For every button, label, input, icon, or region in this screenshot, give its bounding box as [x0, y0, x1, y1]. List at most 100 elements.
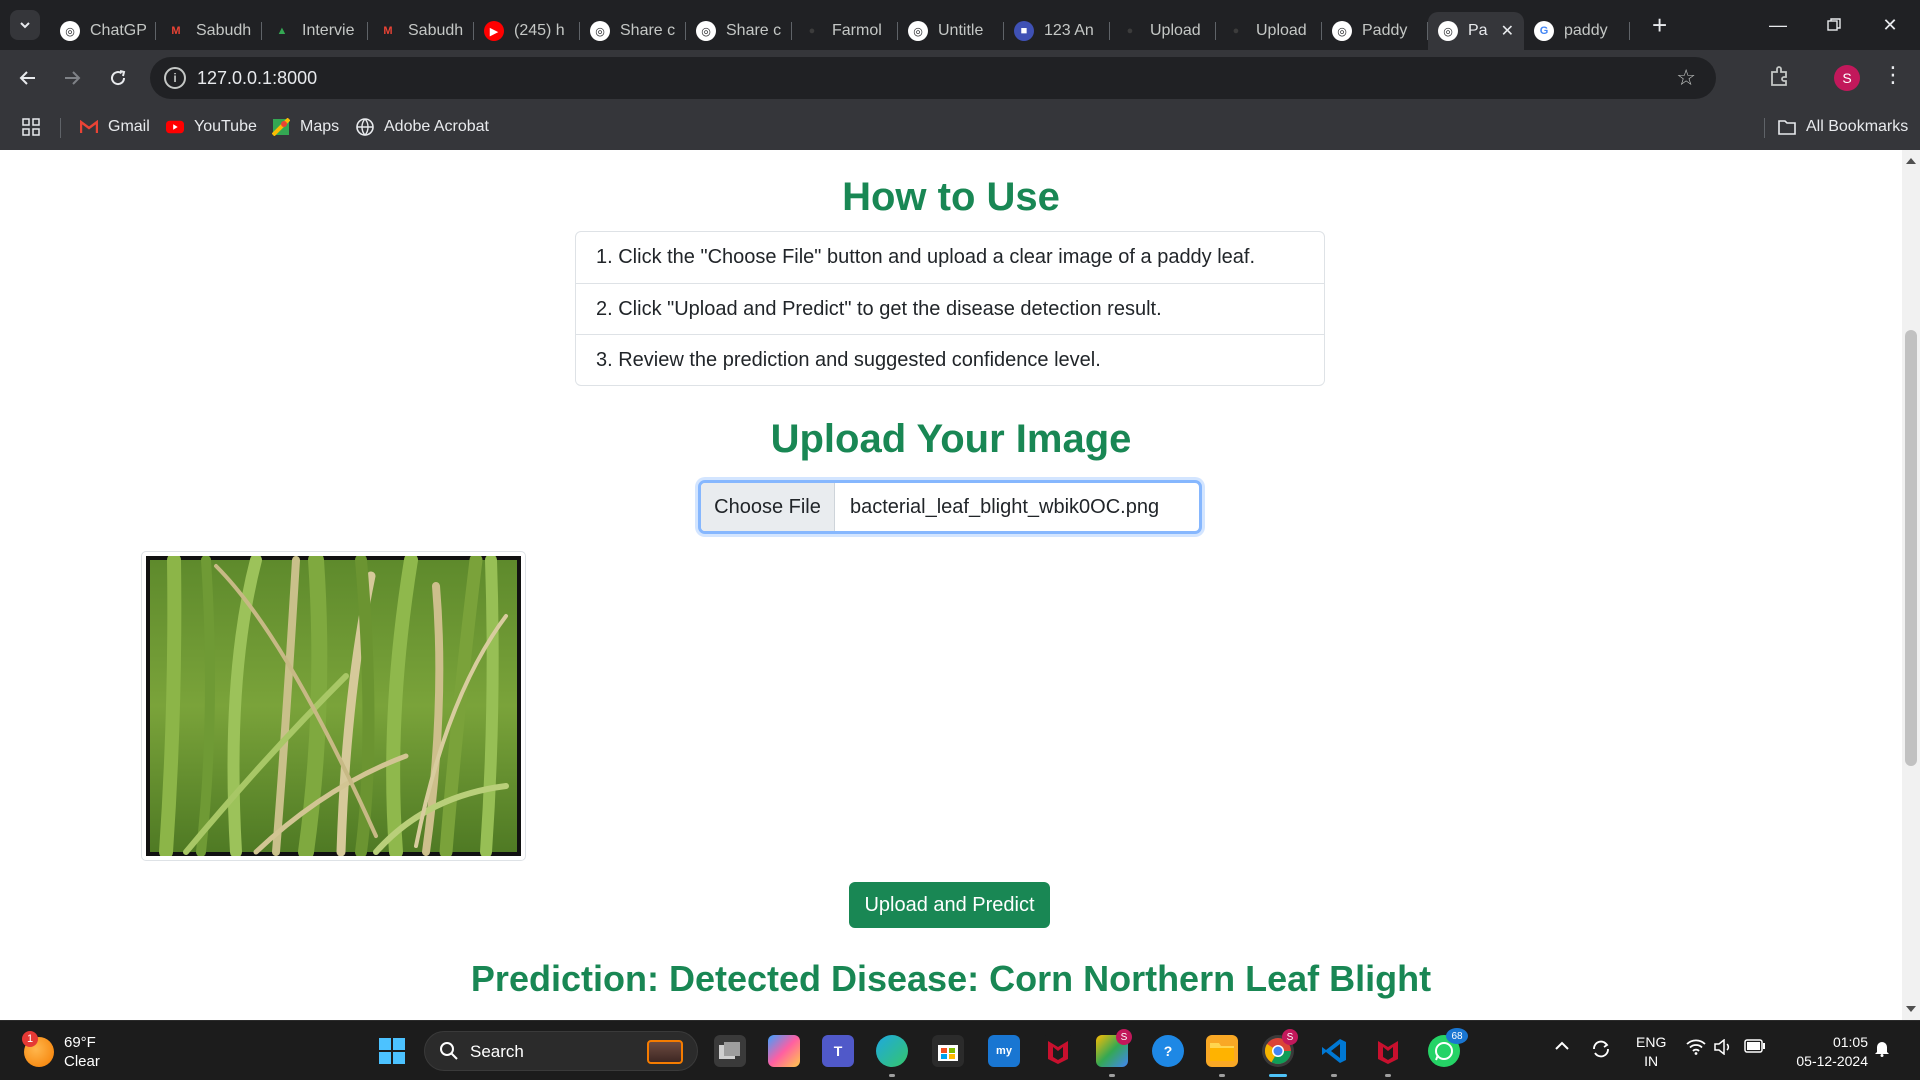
scroll-down-arrow-icon[interactable] [1906, 1006, 1916, 1012]
profile-avatar[interactable]: S [1834, 65, 1860, 91]
file-explorer-icon[interactable] [1206, 1035, 1238, 1067]
chrome-badge: S [1282, 1029, 1298, 1045]
tab-active[interactable]: ◎ Pa ✕ [1428, 12, 1524, 50]
wifi-icon[interactable] [1686, 1039, 1706, 1060]
search-label: Search [470, 1042, 524, 1061]
tab[interactable]: M Sabudh [156, 12, 262, 50]
whatsapp-badge: 68 [1446, 1028, 1468, 1044]
tab[interactable]: ■ 123 An [1004, 12, 1110, 50]
task-view-icon[interactable] [714, 1035, 746, 1067]
bookmark-label: Gmail [108, 118, 150, 135]
tab[interactable]: ● Upload [1110, 12, 1216, 50]
mcafee-icon[interactable] [1042, 1035, 1074, 1067]
forward-button[interactable] [56, 62, 88, 94]
tab-title: Upload [1256, 22, 1307, 39]
tab-title: 123 An [1044, 22, 1094, 39]
forward-arrow-icon [65, 71, 81, 85]
chatgpt-icon: ◎ [590, 21, 610, 41]
bookmark-youtube[interactable]: YouTube [166, 118, 257, 136]
bookmark-star-icon[interactable]: ☆ [1676, 65, 1696, 91]
list-item: 1. Click the "Choose File" button and up… [596, 246, 1256, 268]
all-bookmarks-button[interactable]: All Bookmarks [1778, 118, 1908, 136]
input-language[interactable]: ENG IN [1636, 1033, 1666, 1071]
help-icon[interactable]: ? [1152, 1035, 1184, 1067]
tab[interactable]: Gpaddy [1524, 12, 1630, 50]
app-icon: ■ [1014, 21, 1034, 41]
language-code: ENG [1636, 1034, 1667, 1050]
upload-and-predict-button[interactable]: Upload and Predict [849, 882, 1050, 928]
weather-sun-icon: 1 [22, 1031, 54, 1067]
teams-icon[interactable]: T [822, 1035, 854, 1067]
tab[interactable]: ◎ Untitle [898, 12, 1004, 50]
start-button[interactable] [376, 1035, 408, 1067]
clock-date: 05-12-2024 [1796, 1053, 1868, 1069]
tab[interactable]: ◎ Share c [686, 12, 792, 50]
tab-title: Pa [1468, 22, 1488, 39]
tab[interactable]: ◎ ChatGP [50, 12, 156, 50]
taskbar-search-box[interactable]: Search [424, 1031, 698, 1071]
weather-badge: 1 [22, 1031, 38, 1047]
drive-badge: S [1116, 1029, 1132, 1045]
file-input[interactable]: Choose File bacterial_leaf_blight_wbik0O… [698, 480, 1202, 534]
region-code: IN [1644, 1053, 1659, 1069]
gmail-icon [80, 118, 98, 136]
upload-image-heading: Upload Your Image [770, 417, 1132, 461]
chatgpt-icon: ◎ [1332, 21, 1352, 41]
battery-icon[interactable] [1744, 1039, 1766, 1058]
tab-title: paddy [1564, 22, 1608, 39]
notification-bell-icon[interactable] [1874, 1039, 1890, 1062]
tab[interactable]: ◎ Share c [580, 12, 686, 50]
restore-button[interactable] [1806, 0, 1862, 50]
tab[interactable]: ▲ Intervie [262, 12, 368, 50]
volume-icon[interactable] [1714, 1038, 1734, 1060]
apps-grid-icon[interactable] [22, 118, 40, 136]
address-bar[interactable]: i 127.0.0.1:8000 ☆ [150, 57, 1716, 99]
close-tab-icon[interactable]: ✕ [1501, 21, 1514, 41]
tab-title: Farmol [832, 22, 882, 39]
tab[interactable]: ● Upload [1216, 12, 1322, 50]
scroll-thumb[interactable] [1905, 330, 1917, 766]
google-drive-icon: ▲ [276, 25, 288, 37]
url-text: 127.0.0.1:8000 [197, 68, 318, 88]
clock-time: 01:05 [1832, 1034, 1868, 1050]
paddy-leaf-image [146, 556, 521, 856]
tab-search-button[interactable] [10, 10, 40, 40]
show-hidden-icons[interactable] [1554, 1039, 1570, 1057]
back-button[interactable] [12, 62, 44, 94]
tab[interactable]: ▶ (245) h [474, 12, 580, 50]
new-tab-button[interactable]: + [1652, 12, 1667, 38]
extensions-icon[interactable] [1768, 64, 1794, 90]
github-icon: ● [1126, 25, 1134, 37]
mcafee-security-icon[interactable] [1372, 1035, 1404, 1067]
minimize-button[interactable]: — [1750, 0, 1806, 50]
mylio-icon[interactable]: my [988, 1035, 1020, 1067]
site-info-icon[interactable]: i [164, 67, 186, 89]
tab-list: ◎ ChatGP M Sabudh ▲ Intervie M Sabudh ▶ (245) h ◎ S… [50, 6, 1630, 50]
weather-widget[interactable]: 1 69°F Clear [22, 1031, 100, 1071]
choose-file-button[interactable]: Choose File [701, 483, 835, 531]
browser-menu-icon[interactable]: ⋮ [1882, 62, 1904, 88]
bookmark-maps[interactable]: Maps [272, 118, 339, 136]
tab[interactable]: ● Farmol [792, 12, 898, 50]
tab[interactable]: ◎ Paddy [1322, 12, 1428, 50]
system-clock[interactable]: 01:05 05-12-2024 [1788, 1033, 1868, 1071]
tab[interactable]: M Sabudh [368, 12, 474, 50]
bookmarks-divider [1764, 118, 1765, 138]
bookmark-gmail[interactable]: Gmail [80, 118, 150, 136]
microsoft-store-icon[interactable] [932, 1035, 964, 1067]
gmail-icon: M [171, 25, 181, 37]
page-scrollbar[interactable] [1902, 150, 1920, 1020]
chatgpt-icon: ◎ [908, 21, 928, 41]
bookmark-adobe-acrobat[interactable]: Adobe Acrobat [356, 118, 489, 136]
sync-icon[interactable] [1590, 1039, 1612, 1064]
page-content: How to Use 1. Click the "Choose File" bu… [0, 150, 1902, 1020]
scroll-up-arrow-icon[interactable] [1906, 158, 1916, 164]
vscode-icon[interactable] [1318, 1035, 1350, 1067]
copilot-icon[interactable] [768, 1035, 800, 1067]
reload-button[interactable] [102, 62, 134, 94]
google-icon: G [1534, 21, 1554, 41]
close-window-button[interactable]: ✕ [1862, 0, 1918, 50]
chevron-down-icon [20, 22, 30, 29]
youtube-icon [166, 118, 184, 136]
edge-icon[interactable] [876, 1035, 908, 1067]
